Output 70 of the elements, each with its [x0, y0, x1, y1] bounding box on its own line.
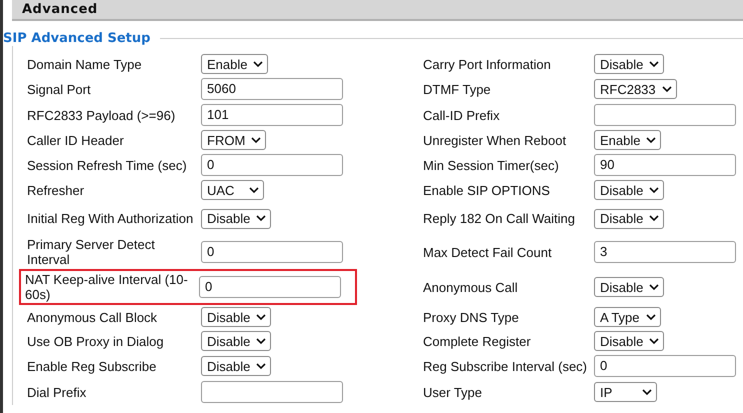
- input-field[interactable]: 0: [201, 241, 343, 263]
- dropdown[interactable]: Disable: [201, 307, 272, 327]
- dropdown[interactable]: FROM: [201, 130, 266, 150]
- group-title: SIP Advanced Setup: [3, 31, 150, 46]
- chevron-icon: [249, 186, 259, 194]
- dropdown[interactable]: Disable: [201, 208, 272, 228]
- field-label: Complete Register: [422, 334, 532, 348]
- input-field[interactable]: [201, 381, 343, 403]
- field-label: Min Session Timer(sec): [422, 158, 560, 172]
- field-label: Anonymous Call: [422, 280, 519, 294]
- dropdown[interactable]: Disable: [201, 331, 272, 351]
- field-label: Initial Reg With Authorization: [26, 211, 194, 226]
- field-label: Anonymous Call Block: [26, 310, 158, 324]
- field-label: Carry Port Information: [422, 56, 552, 72]
- dropdown[interactable]: Disable: [594, 54, 664, 74]
- input-field[interactable]: 0: [199, 276, 341, 298]
- field-label: Primary Server Detect Interval: [26, 237, 156, 267]
- field-label: User Type: [422, 384, 484, 400]
- chevron-icon: [251, 136, 262, 144]
- field-label: DTMF Type: [422, 82, 492, 96]
- chevron-icon: [649, 338, 660, 344]
- field-label: Max Detect Fail Count: [422, 244, 553, 260]
- dropdown[interactable]: IP: [594, 382, 657, 402]
- field-label: Session Refresh Time (sec): [26, 158, 188, 172]
- dropdown[interactable]: Disable: [594, 180, 664, 200]
- field-label: Caller ID Header: [26, 132, 125, 148]
- dropdown[interactable]: Disable: [594, 331, 664, 351]
- dropdown[interactable]: Disable: [594, 277, 664, 297]
- field-label: Dial Prefix: [26, 384, 88, 400]
- input-field[interactable]: 90: [594, 154, 736, 176]
- dropdown[interactable]: A Type: [594, 307, 661, 327]
- chevron-icon: [662, 86, 672, 92]
- field-label: Reply 182 On Call Waiting: [422, 211, 576, 226]
- dropdown[interactable]: Enable: [201, 54, 268, 74]
- field-label: Signal Port: [26, 82, 92, 96]
- chevron-icon: [646, 314, 656, 320]
- chevron-icon: [256, 362, 266, 370]
- chevron-icon: [642, 388, 652, 396]
- field-label: Enable SIP OPTIONS: [422, 182, 551, 198]
- chevron-icon: [253, 60, 264, 68]
- field-label: Unregister When Reboot: [422, 132, 568, 148]
- section-header: Advanced: [12, 0, 743, 21]
- chevron-icon: [649, 284, 660, 290]
- input-field[interactable]: 3: [594, 241, 736, 263]
- field-label: RFC2833 Payload (>=96): [26, 108, 176, 122]
- chevron-icon: [256, 338, 266, 344]
- field-label: Call-ID Prefix: [422, 108, 501, 122]
- dropdown[interactable]: Disable: [594, 208, 664, 228]
- field-label: Reg Subscribe Interval (sec): [422, 358, 588, 374]
- field-label: Use OB Proxy in Dialog: [26, 334, 165, 348]
- field-label: Domain Name Type: [26, 56, 143, 72]
- chevron-icon: [646, 136, 656, 144]
- chevron-icon: [256, 215, 266, 222]
- input-field[interactable]: 0: [594, 355, 736, 377]
- dropdown[interactable]: Enable: [594, 130, 662, 150]
- input-field[interactable]: 101: [201, 104, 343, 126]
- chevron-icon: [649, 215, 660, 222]
- chevron-icon: [256, 314, 266, 320]
- field-label: Refresher: [26, 182, 86, 198]
- field-label: Proxy DNS Type: [422, 310, 520, 324]
- input-field[interactable]: [594, 104, 736, 126]
- input-field[interactable]: 5060: [201, 78, 343, 100]
- input-field[interactable]: 0: [201, 154, 343, 176]
- field-label: NAT Keep-alive Interval (10-60s): [24, 272, 189, 302]
- dropdown[interactable]: Disable: [201, 356, 272, 376]
- dropdown[interactable]: RFC2833: [594, 79, 677, 99]
- chevron-icon: [649, 60, 660, 68]
- chevron-icon: [649, 186, 660, 194]
- dropdown[interactable]: UAC: [201, 180, 264, 200]
- field-label: Enable Reg Subscribe: [26, 358, 158, 374]
